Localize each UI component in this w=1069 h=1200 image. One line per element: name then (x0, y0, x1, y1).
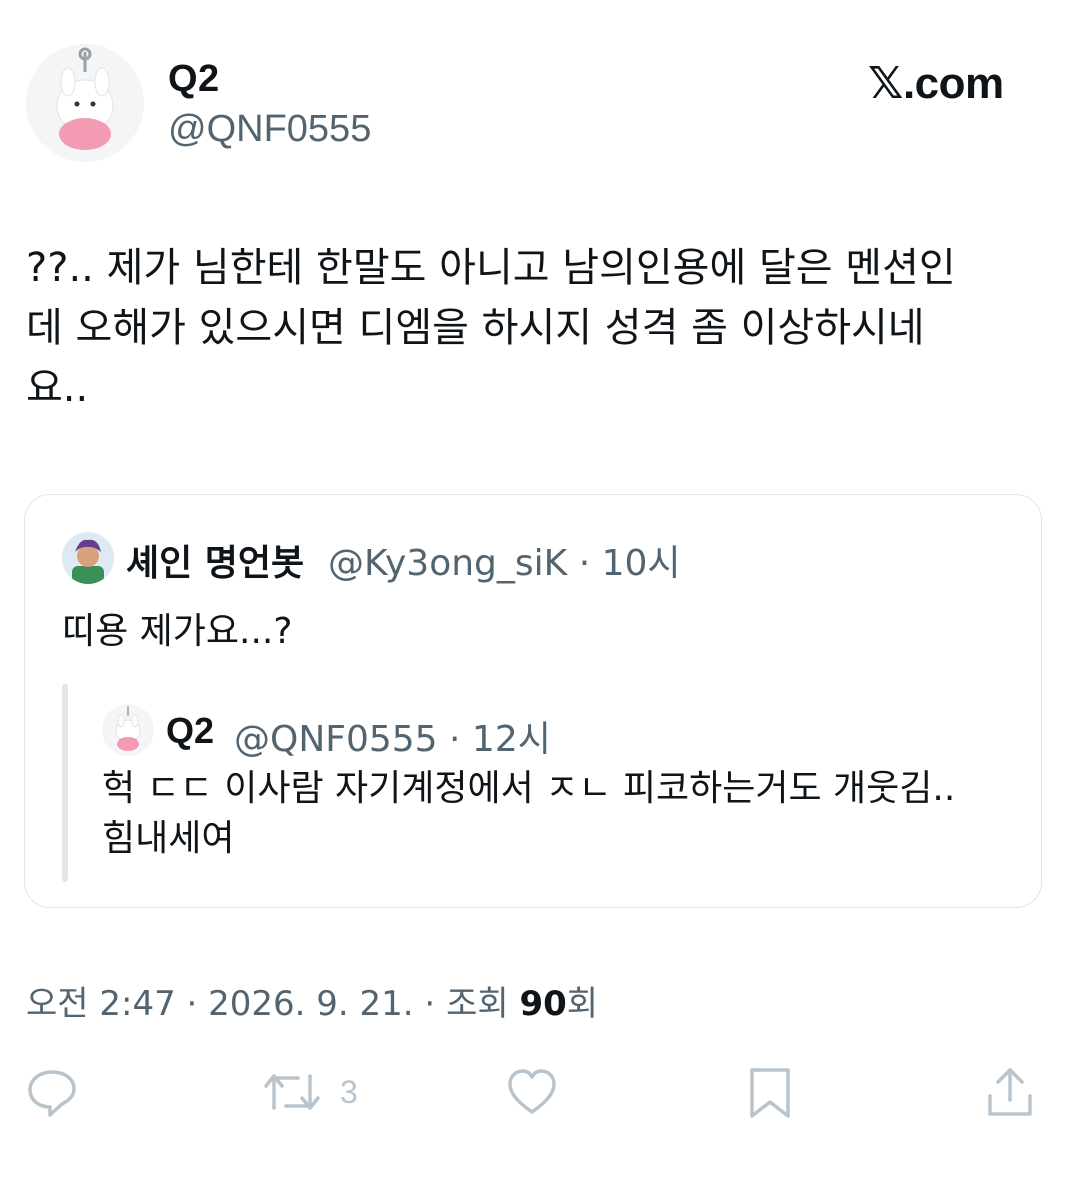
like-icon (504, 1064, 560, 1120)
profile-avatar[interactable] (26, 44, 144, 162)
nested-quote-bar (62, 684, 68, 882)
tweet-text: ??.. 제가 님한테 한말도 아니고 남의인용에 달은 멘션인 데 오해가 있… (26, 245, 956, 411)
views-prefix: 조회 (446, 984, 509, 1024)
like-button[interactable] (504, 1064, 560, 1120)
display-name[interactable]: Q2 (168, 58, 220, 101)
tweet-meta: 오전 2:47 · 2026. 9. 21. · 조회 90회 (26, 984, 599, 1024)
bookmark-icon (746, 1064, 794, 1120)
share-icon (984, 1064, 1036, 1120)
share-button[interactable] (984, 1064, 1036, 1120)
views-count: 90 (519, 984, 567, 1024)
bookmark-button[interactable] (746, 1064, 794, 1120)
views-suffix: 회 (566, 984, 599, 1024)
retweet-icon (262, 1064, 322, 1120)
nested-quote-text: 헉 ㄷㄷ 이사람 자기계정에서 ㅈㄴ 피코하는거도 개웃김.. 힘내세여 (102, 768, 956, 859)
reply-icon (24, 1064, 80, 1120)
quote-text: 띠용 제가요...? (62, 611, 293, 652)
tweet-time: 오전 2:47 (26, 984, 176, 1024)
quote-display-name[interactable]: 셰인 명언봇 (126, 534, 304, 586)
brand-watermark: 𝕏.com (868, 59, 1004, 108)
reply-button[interactable] (24, 1064, 80, 1120)
tweet-date: 2026. 9. 21. (208, 984, 414, 1024)
retweet-count: 3 (340, 1073, 358, 1110)
quote-avatar[interactable] (62, 532, 114, 584)
quote-handle-time[interactable]: @Ky3ong_siK · 10시 (328, 534, 681, 586)
nested-quote-avatar[interactable] (102, 704, 154, 756)
retweet-button[interactable]: 3 (262, 1064, 358, 1120)
nested-quote-display-name[interactable]: Q2 (166, 710, 214, 752)
user-handle[interactable]: @QNF0555 (168, 108, 371, 151)
nested-quote-handle-time[interactable]: @QNF0555 · 12시 (234, 710, 551, 762)
